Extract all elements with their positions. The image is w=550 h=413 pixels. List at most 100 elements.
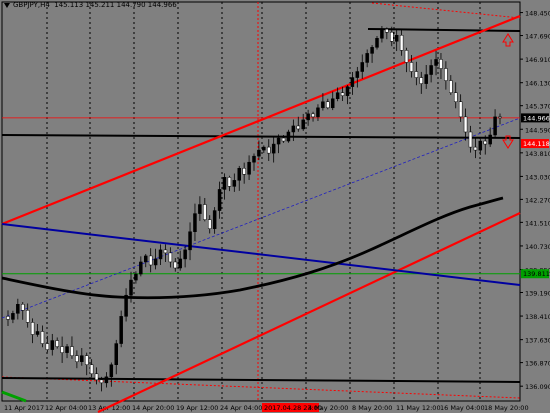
symbol-label: GBPJPY,H4 [13, 1, 50, 9]
candle [370, 47, 374, 54]
x-tick-label: 11 Apr 2017 [4, 404, 44, 412]
candle [30, 322, 35, 335]
candle [463, 116, 468, 133]
candle [134, 273, 138, 281]
y-tick-label: 146.910 [525, 56, 550, 64]
candle [144, 255, 148, 263]
candle [94, 373, 99, 381]
candle [385, 28, 389, 33]
candle [257, 149, 261, 157]
candle [414, 71, 419, 78]
candle [188, 231, 192, 251]
candle [153, 258, 158, 266]
chart-title-bar: GBPJPY,H4 145.113 145.211 144.790 144.96… [4, 1, 177, 9]
candle [262, 146, 266, 151]
candle [316, 107, 320, 118]
candle [21, 304, 25, 311]
y-tick-label: 140.730 [525, 243, 550, 251]
candle [109, 364, 114, 378]
candle [380, 28, 384, 39]
candle [286, 131, 291, 142]
candle [267, 146, 271, 154]
candle [222, 177, 227, 190]
y-tick-label: 147.690 [525, 33, 550, 41]
candle [326, 101, 330, 109]
candle [89, 364, 94, 375]
candle [60, 346, 64, 353]
y-tick-label: 143.030 [525, 173, 550, 181]
candle [434, 59, 438, 66]
price-label: 144.118 [523, 140, 550, 148]
candle [35, 331, 40, 335]
x-tick-label: 14 Apr 20:00 [132, 404, 174, 412]
candle [203, 204, 207, 220]
candle [99, 379, 104, 384]
candle [291, 125, 296, 133]
candle [296, 125, 301, 130]
x-tick-label: 16 May 04:00 [440, 404, 485, 412]
candle [473, 146, 478, 151]
candle [340, 92, 345, 96]
chevron-down-icon [4, 2, 10, 8]
candle [458, 101, 463, 118]
candle [158, 249, 163, 260]
ohlc-values: 145.113 145.211 144.790 144.966 [54, 1, 177, 9]
candle [311, 113, 315, 118]
candle [345, 86, 350, 96]
candle [25, 310, 30, 323]
candle [483, 140, 487, 145]
y-tick-label: 144.590 [525, 126, 550, 134]
y-tick-label: 142.270 [525, 196, 550, 204]
candle [207, 219, 212, 229]
price-chart[interactable]: 148.450 147.690 146.910 146.130 145.370 144.5… [0, 0, 550, 413]
x-tick-label: 24 Apr 04:00 [220, 404, 262, 412]
candle [394, 35, 399, 42]
chart-window[interactable]: 148.450 147.690 146.910 146.130 145.370 144.5… [0, 0, 550, 413]
candle [217, 189, 222, 211]
candle [390, 31, 394, 42]
y-tick-label: 148.450 [525, 10, 550, 18]
candle [360, 62, 364, 72]
candle [55, 340, 59, 347]
candle [129, 279, 133, 296]
candle [114, 343, 118, 365]
candle [488, 134, 492, 145]
candle [468, 131, 473, 148]
x-tick-label: 12 Apr 04:00 [45, 404, 87, 412]
candle [365, 53, 369, 63]
candle [335, 92, 340, 99]
price-label: 144.966 [523, 114, 550, 122]
candle [227, 177, 232, 187]
y-tick-label: 145.370 [525, 103, 550, 111]
candle [281, 137, 286, 142]
candle [124, 294, 128, 317]
candle [419, 77, 424, 84]
candle [478, 140, 483, 151]
y-tick-label: 139.190 [525, 289, 550, 297]
candle [198, 204, 202, 214]
candle [139, 261, 143, 275]
candle [148, 255, 153, 266]
candle [247, 161, 251, 175]
candle [173, 261, 178, 269]
y-tick-label: 136.870 [525, 360, 550, 368]
candle [50, 340, 55, 350]
candle [355, 71, 360, 78]
candle [242, 168, 246, 175]
candle [301, 119, 305, 130]
price-label: 139.811 [523, 270, 550, 278]
candle [70, 346, 74, 356]
y-tick-label: 136.090 [525, 383, 550, 391]
y-tick-label: 137.630 [525, 337, 550, 345]
candle [330, 98, 335, 109]
candle [439, 59, 443, 69]
candle [104, 376, 109, 384]
candle [409, 62, 414, 72]
candle [429, 65, 433, 75]
x-tick-label: 8 May 20:00 [352, 404, 392, 412]
candle [424, 74, 428, 84]
candle [183, 249, 187, 260]
candle [306, 113, 310, 121]
candle [350, 77, 355, 87]
candle [252, 155, 256, 163]
